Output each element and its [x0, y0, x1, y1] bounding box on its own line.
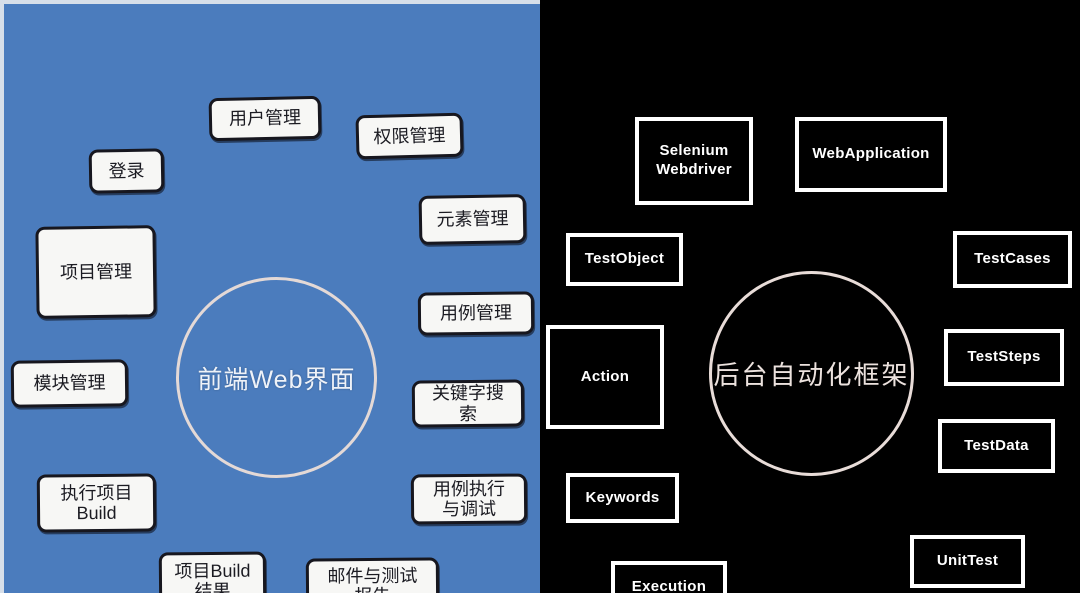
node-execution-label: Execution [631, 577, 707, 593]
frontend-hub-circle: 前端Web界面 [176, 277, 377, 478]
node-action[interactable]: Action [546, 325, 664, 429]
node-keyword-search[interactable]: 关键字搜 索 [411, 379, 525, 428]
node-selenium-webdriver-label: Selenium Webdriver [656, 142, 732, 178]
node-teststeps[interactable]: TestSteps [944, 329, 1064, 386]
node-keyword-search-label: 关键字搜 索 [431, 382, 504, 424]
node-login-label: 登录 [108, 160, 145, 182]
node-execute-project-build-label: 执行项目 Build [60, 482, 133, 524]
node-testobject-label: TestObject [584, 250, 665, 268]
node-module-management-label: 模块管理 [33, 372, 106, 394]
node-execution[interactable]: Execution [611, 561, 727, 593]
node-permission-management-label: 权限管理 [373, 124, 446, 147]
node-module-management[interactable]: 模块管理 [10, 359, 129, 408]
node-teststeps-label: TestSteps [967, 348, 1041, 366]
node-testcase-management[interactable]: 用例管理 [417, 291, 535, 336]
node-testcases[interactable]: TestCases [953, 231, 1072, 288]
node-action-label: Action [580, 367, 630, 385]
node-selenium-webdriver[interactable]: Selenium Webdriver [635, 117, 753, 205]
node-project-build-result-label: 项目Build 结果 [174, 560, 251, 593]
backend-hub-circle: 后台自动化框架 [709, 271, 914, 476]
node-testobject[interactable]: TestObject [566, 233, 683, 286]
node-unittest[interactable]: UnitTest [910, 535, 1025, 588]
node-webapplication-label: WebApplication [812, 145, 930, 163]
node-login[interactable]: 登录 [88, 148, 165, 194]
node-project-management-label: 项目管理 [59, 261, 133, 283]
node-element-management[interactable]: 元素管理 [418, 194, 527, 245]
node-permission-management[interactable]: 权限管理 [355, 112, 464, 160]
node-webapplication[interactable]: WebApplication [795, 117, 947, 192]
node-testcase-run-debug-label: 用例执行 与调试 [432, 478, 505, 520]
frontend-web-panel: 前端Web界面 用户管理 权限管理 登录 元素管理 项目管理 用例管理 模块管理… [0, 0, 540, 593]
node-unittest-label: UnitTest [936, 552, 999, 570]
node-element-management-label: 元素管理 [436, 208, 509, 231]
node-testdata[interactable]: TestData [938, 419, 1055, 473]
node-testcases-label: TestCases [974, 250, 1051, 268]
architecture-diagram: 前端Web界面 用户管理 权限管理 登录 元素管理 项目管理 用例管理 模块管理… [0, 0, 1080, 593]
node-testdata-label: TestData [964, 436, 1029, 454]
node-testcase-management-label: 用例管理 [439, 303, 513, 324]
backend-hub-label: 后台自动化框架 [713, 360, 910, 390]
node-keywords[interactable]: Keywords [566, 473, 679, 523]
frontend-hub-label: 前端Web界面 [197, 365, 356, 394]
node-project-management[interactable]: 项目管理 [35, 225, 157, 319]
node-mail-and-test-report-label: 邮件与测试 报告 [327, 565, 418, 593]
node-testcase-run-debug[interactable]: 用例执行 与调试 [410, 473, 528, 525]
node-user-management[interactable]: 用户管理 [208, 95, 322, 142]
node-project-build-result[interactable]: 项目Build 结果 [158, 551, 267, 593]
node-execute-project-build[interactable]: 执行项目 Build [36, 473, 157, 533]
node-keywords-label: Keywords [585, 488, 660, 506]
node-user-management-label: 用户管理 [228, 107, 302, 130]
node-mail-and-test-report[interactable]: 邮件与测试 报告 [305, 557, 440, 593]
